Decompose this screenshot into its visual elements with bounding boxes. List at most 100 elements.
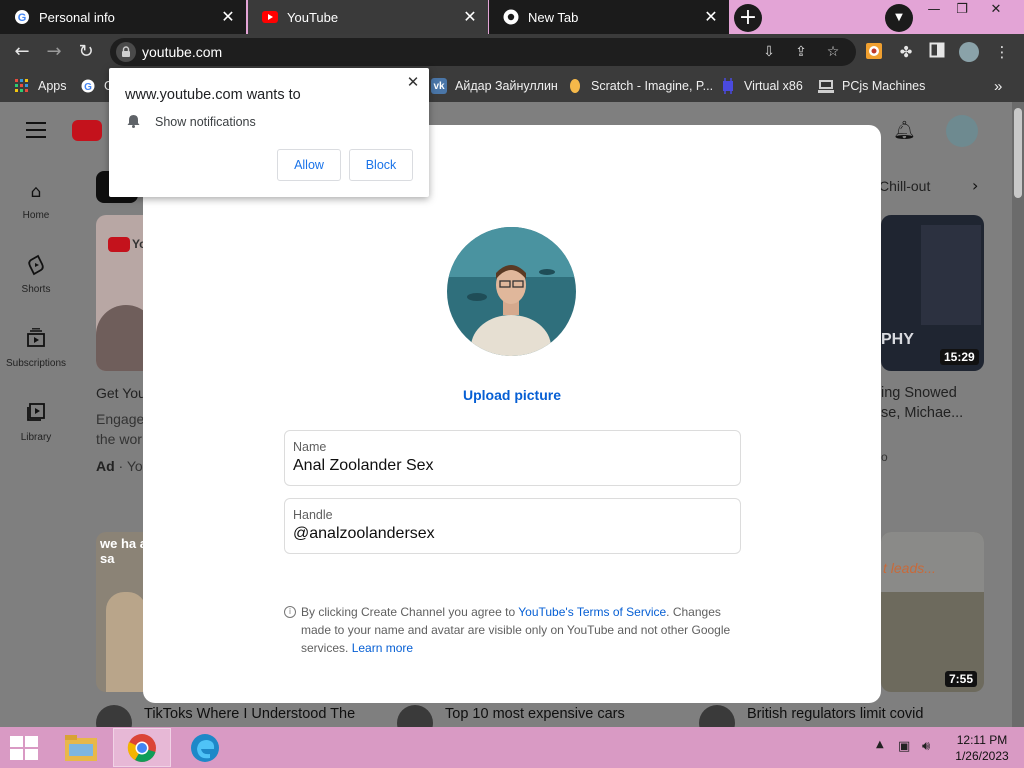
chrome-icon	[503, 9, 519, 25]
volume-icon[interactable]: 🔊︎	[922, 739, 930, 754]
back-arrow-icon[interactable]: ←	[10, 40, 34, 64]
learn-more-link[interactable]: Learn more	[352, 641, 413, 655]
bookmark-scratch[interactable]: Scratch - Imagine, P...	[567, 76, 713, 96]
side-panel-icon[interactable]	[927, 42, 947, 62]
address-text: youtube.com	[142, 44, 223, 60]
account-avatar[interactable]	[946, 115, 978, 147]
sidebar-item-shorts[interactable]: Shorts	[0, 254, 72, 295]
tab-title: Personal info	[39, 9, 115, 25]
chevron-right-icon[interactable]: ›	[972, 176, 978, 195]
block-button[interactable]: Block	[349, 149, 413, 181]
bookmark-star-icon[interactable]: ☆	[824, 44, 842, 60]
system-clock[interactable]: 12:11 PM 1/26/2023	[944, 732, 1020, 764]
bookmark-label: Apps	[38, 79, 67, 93]
bookmark-virtual-x86[interactable]: Virtual x86	[720, 76, 803, 96]
sidebar-item-subscriptions[interactable]: Subscriptions	[0, 328, 72, 369]
lock-icon[interactable]	[116, 42, 136, 62]
terms-text: By clicking Create Channel you agree to	[301, 605, 519, 619]
extension-badge-icon[interactable]	[864, 42, 884, 62]
bookmarks-overflow-button[interactable]: »	[994, 76, 1002, 96]
sidebar-item-label: Subscriptions	[5, 358, 67, 369]
tab-personal-info[interactable]: G Personal info ✕	[0, 0, 246, 34]
profile-avatar[interactable]	[959, 42, 979, 62]
tab-youtube[interactable]: YouTube ✕	[248, 0, 488, 34]
sidebar-item-label: Home	[22, 210, 50, 221]
ad-title[interactable]: Get You	[96, 385, 146, 401]
apps-grid-icon	[14, 78, 30, 94]
video-title[interactable]: TikToks Where I Understood The	[144, 706, 355, 722]
upload-picture-link[interactable]: Upload picture	[143, 387, 881, 403]
close-icon[interactable]: ✕	[405, 74, 421, 90]
restore-icon[interactable]: ❐	[946, 0, 978, 20]
terms-notice: By clicking Create Channel you agree to …	[301, 603, 751, 657]
install-app-icon[interactable]: ⇩	[760, 44, 778, 60]
file-explorer-icon[interactable]	[52, 728, 110, 767]
chrome-menu-icon[interactable]: ⋮	[992, 42, 1012, 62]
terms-of-service-link[interactable]: YouTube's Terms of Service	[518, 605, 666, 619]
tab-title: YouTube	[287, 9, 339, 25]
video-title[interactable]: se, Michae...	[881, 405, 963, 421]
scrollbar-thumb[interactable]	[1014, 108, 1022, 198]
windows-start-icon[interactable]	[10, 736, 38, 760]
bookmark-label: Айдар Зайнуллин	[455, 79, 558, 93]
close-tab-icon[interactable]: ✕	[220, 9, 236, 25]
notification-permission-popup: www.youtube.com wants to ✕ Show notifica…	[109, 68, 429, 197]
share-icon[interactable]: ⇪	[792, 44, 810, 60]
tray-expand-icon[interactable]: ▲	[876, 739, 884, 750]
reload-icon[interactable]: ↻	[74, 40, 98, 64]
new-tab-button[interactable]: +	[734, 4, 762, 32]
channel-avatar-image[interactable]	[447, 227, 576, 356]
video-thumbnail[interactable]: t leads...	[881, 532, 984, 692]
thumb-overlay-text: t leads...	[883, 560, 936, 576]
channel-avatar[interactable]	[699, 705, 735, 727]
notifications-bell-icon[interactable]: 🔔︎	[893, 120, 916, 142]
close-tab-icon[interactable]: ✕	[703, 9, 719, 25]
library-icon	[24, 402, 48, 426]
tab-new-tab[interactable]: New Tab ✕	[489, 0, 729, 34]
bookmark-apps[interactable]: Apps	[14, 76, 67, 96]
bell-icon	[127, 114, 141, 128]
network-icon[interactable]: ▣	[898, 739, 910, 754]
sidebar-item-label: Library	[20, 432, 52, 443]
tab-search-button[interactable]: ▼	[885, 4, 913, 32]
video-title[interactable]: ing Snowed	[881, 385, 957, 401]
bookmark-label: Virtual x86	[744, 79, 803, 93]
handle-input[interactable]	[293, 525, 733, 543]
video-thumbnail[interactable]: PHY	[881, 215, 984, 371]
channel-avatar[interactable]	[397, 705, 433, 727]
bookmark-pcjs[interactable]: PCjs Machines	[818, 76, 925, 96]
ad-badge: Ad · Yo	[96, 458, 143, 474]
ad-description: Engage	[96, 411, 145, 427]
name-field[interactable]: Name	[284, 430, 741, 486]
info-icon: i	[284, 606, 296, 618]
edge-icon[interactable]	[176, 728, 234, 767]
video-title[interactable]: British regulators limit covid	[747, 706, 923, 722]
chip-chill-out[interactable]: Chill-out	[879, 178, 930, 194]
sidebar-item-library[interactable]: Library	[0, 402, 72, 443]
name-input[interactable]	[293, 457, 733, 475]
forward-arrow-icon[interactable]: →	[42, 40, 66, 64]
page-scrollbar[interactable]	[1012, 102, 1024, 727]
google-icon: G	[80, 78, 96, 94]
channel-avatar[interactable]	[96, 705, 132, 727]
handle-field[interactable]: Handle	[284, 498, 741, 554]
home-icon: ⌂	[30, 182, 42, 202]
tab-title: New Tab	[528, 9, 579, 25]
ad-description: the wor	[96, 431, 142, 447]
sidebar-item-home[interactable]: ⌂ Home	[0, 180, 72, 221]
extensions-puzzle-icon[interactable]: ✤	[896, 42, 916, 62]
youtube-logo[interactable]	[72, 120, 102, 141]
close-tab-icon[interactable]: ✕	[462, 9, 478, 25]
video-title[interactable]: Top 10 most expensive cars	[445, 706, 625, 722]
menu-icon[interactable]	[26, 122, 46, 138]
bookmark-vk[interactable]: vk Айдар Зайнуллин	[431, 76, 558, 96]
allow-button[interactable]: Allow	[277, 149, 341, 181]
chrome-icon[interactable]	[113, 728, 171, 767]
shorts-icon	[24, 254, 48, 278]
sidebar-item-label: Shorts	[21, 284, 51, 295]
window-close-icon[interactable]: ✕	[980, 0, 1012, 20]
video-duration: 15:29	[940, 349, 979, 365]
ad-channel: · Yo	[114, 458, 143, 474]
subscriptions-icon	[24, 328, 48, 352]
address-bar[interactable]: youtube.com ⇩ ⇪ ☆	[110, 38, 856, 66]
